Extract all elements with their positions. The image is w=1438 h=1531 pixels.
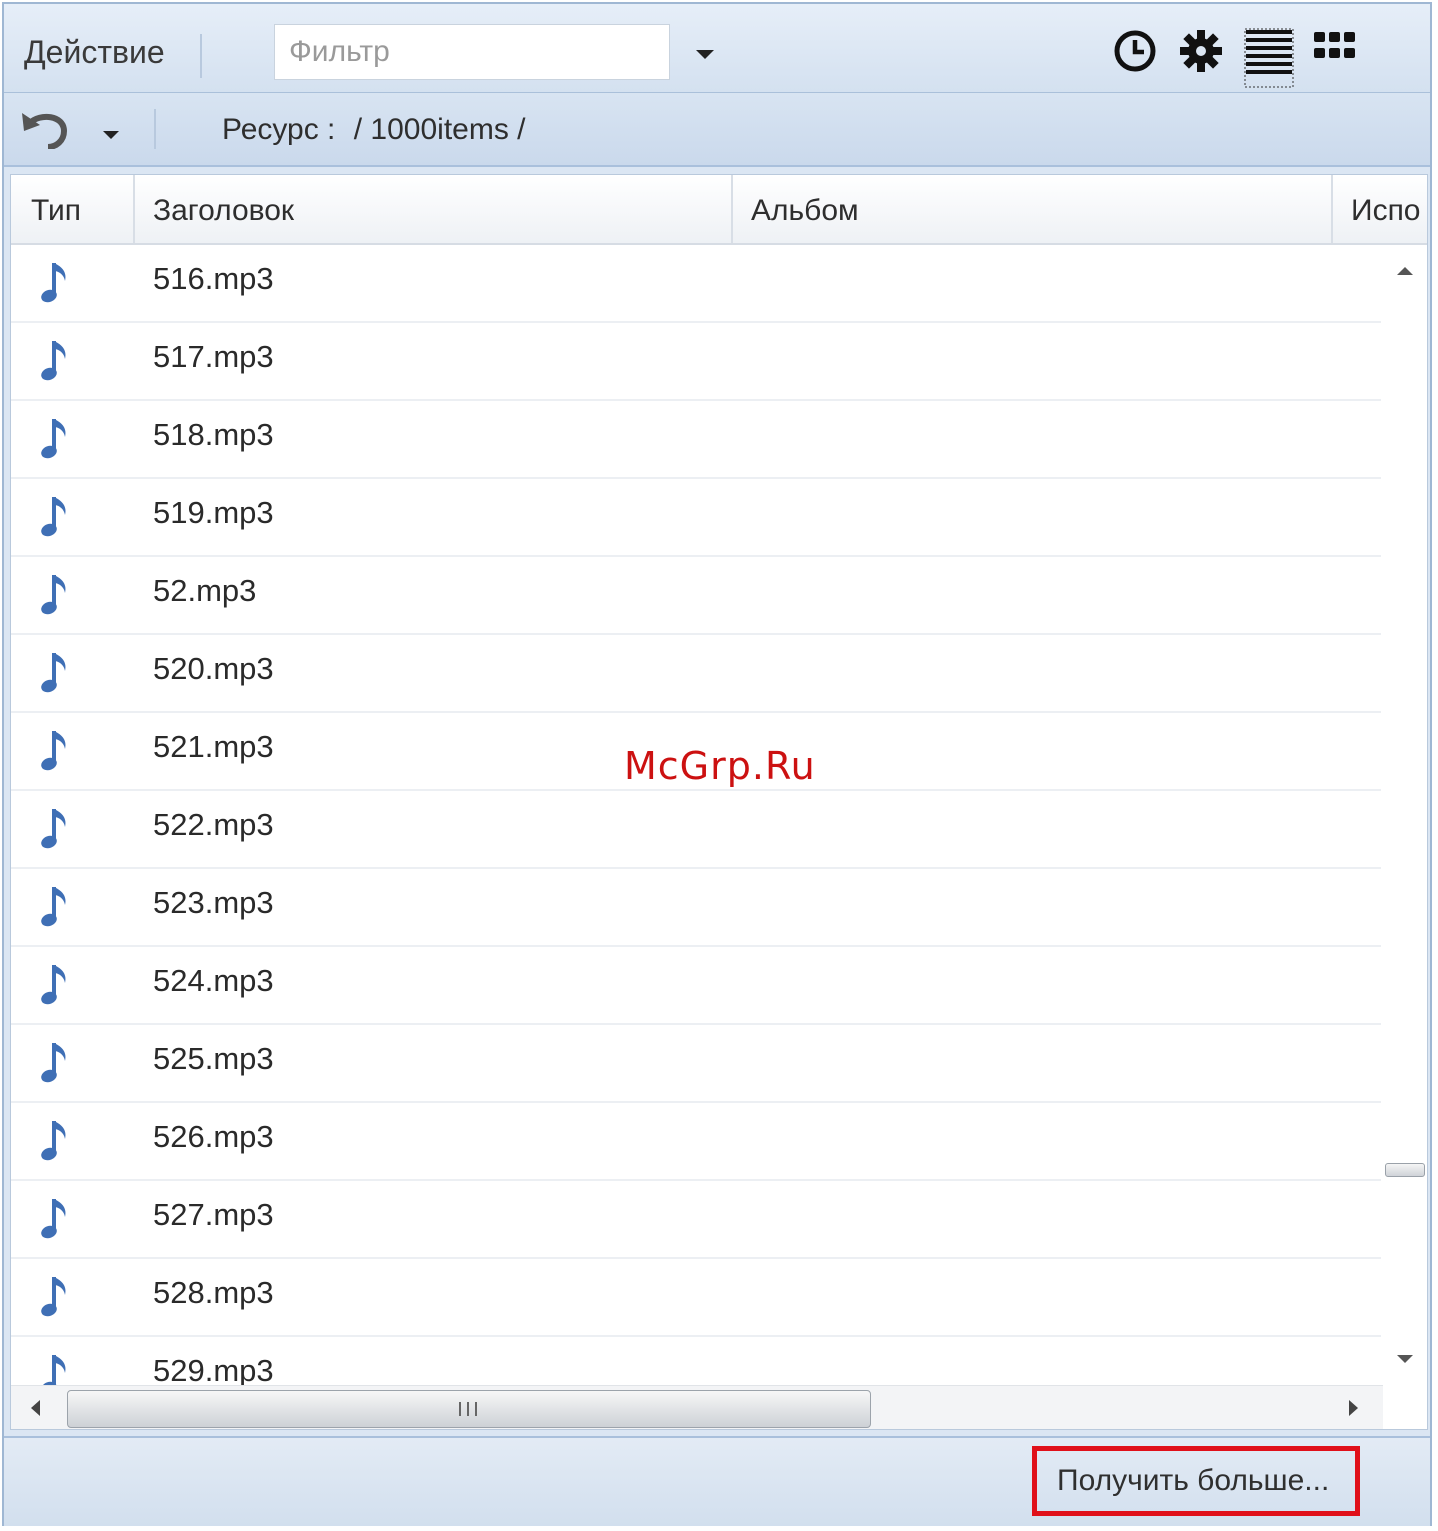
scroll-left-arrow-icon[interactable] <box>31 1400 40 1416</box>
file-title: 517.mp3 <box>153 339 274 374</box>
filter-input[interactable] <box>274 24 670 80</box>
undo-dropdown-arrow-icon[interactable] <box>103 131 119 139</box>
column-header-album[interactable]: Альбом <box>733 175 1333 243</box>
table-row[interactable]: 527.mp3 <box>11 1181 1381 1259</box>
file-title: 518.mp3 <box>153 417 274 452</box>
music-note-icon <box>41 1121 66 1161</box>
music-note-icon <box>41 809 66 849</box>
file-title: 516.mp3 <box>153 261 274 296</box>
clock-icon[interactable] <box>1112 28 1158 74</box>
file-title: 528.mp3 <box>153 1275 274 1310</box>
watermark: McGrp.Ru <box>624 744 816 788</box>
music-note-icon <box>41 731 66 771</box>
music-note-icon <box>41 263 66 303</box>
breadcrumb-label: Ресурс : <box>222 113 336 146</box>
file-title: 521.mp3 <box>153 729 274 764</box>
toolbar-separator <box>200 34 202 78</box>
toolbar-separator <box>154 109 156 149</box>
table-row[interactable]: 528.mp3 <box>11 1259 1381 1337</box>
horizontal-scroll-thumb[interactable] <box>67 1390 871 1428</box>
file-title: 525.mp3 <box>153 1041 274 1076</box>
column-header-title[interactable]: Заголовок <box>135 175 733 243</box>
table-row[interactable]: 525.mp3 <box>11 1025 1381 1103</box>
music-note-icon <box>41 1277 66 1317</box>
table-row[interactable]: 517.mp3 <box>11 323 1381 401</box>
file-title: 519.mp3 <box>153 495 274 530</box>
music-note-icon <box>41 653 66 693</box>
table-row[interactable]: 52.mp3 <box>11 557 1381 635</box>
grid-header: Тип Заголовок Альбом Испо <box>11 175 1427 245</box>
music-note-icon <box>41 497 66 537</box>
table-row[interactable]: 523.mp3 <box>11 869 1381 947</box>
file-title: 52.mp3 <box>153 573 257 608</box>
music-note-icon <box>41 341 66 381</box>
vertical-scrollbar[interactable] <box>1383 245 1427 1385</box>
navigation-toolbar: Ресурс : / 1000items / <box>4 93 1430 167</box>
scroll-down-arrow-icon[interactable] <box>1397 1355 1413 1363</box>
music-note-icon <box>41 887 66 927</box>
music-note-icon <box>41 1199 66 1239</box>
table-row[interactable]: 520.mp3 <box>11 635 1381 713</box>
main-toolbar: Действие <box>4 4 1430 93</box>
table-row[interactable]: 522.mp3 <box>11 791 1381 869</box>
grid-rows: 516.mp3 517.mp3 518.mp3 519.mp3 52.mp3 520.mp… <box>11 245 1381 1415</box>
gear-icon[interactable] <box>1178 28 1224 74</box>
vertical-scroll-thumb[interactable] <box>1385 1163 1425 1177</box>
undo-icon[interactable] <box>20 109 72 149</box>
music-note-icon <box>41 575 66 615</box>
file-title: 529.mp3 <box>153 1353 274 1388</box>
grid-view-icon[interactable] <box>1312 28 1358 74</box>
table-row[interactable]: 516.mp3 <box>11 245 1381 323</box>
table-row[interactable]: 524.mp3 <box>11 947 1381 1025</box>
music-note-icon <box>41 419 66 459</box>
scroll-grip-icon <box>459 1402 477 1416</box>
get-more-button[interactable]: Получить больше... <box>1032 1446 1360 1516</box>
music-note-icon <box>41 1043 66 1083</box>
table-row[interactable]: 518.mp3 <box>11 401 1381 479</box>
file-title: 523.mp3 <box>153 885 274 920</box>
breadcrumb-path[interactable]: / 1000items / <box>354 113 526 146</box>
column-header-type[interactable]: Тип <box>11 175 135 243</box>
filter-dropdown-arrow-icon[interactable] <box>696 50 714 59</box>
file-title: 526.mp3 <box>153 1119 274 1154</box>
grid-footer: Получить больше... <box>4 1436 1430 1526</box>
file-title: 522.mp3 <box>153 807 274 842</box>
horizontal-scrollbar[interactable] <box>11 1385 1383 1429</box>
music-note-icon <box>41 965 66 1005</box>
column-header-performer[interactable]: Испо <box>1333 175 1427 243</box>
action-menu-button[interactable]: Действие <box>24 34 165 71</box>
file-title: 527.mp3 <box>153 1197 274 1232</box>
list-view-icon[interactable] <box>1244 28 1294 88</box>
scroll-right-arrow-icon[interactable] <box>1349 1400 1358 1416</box>
table-row[interactable]: 519.mp3 <box>11 479 1381 557</box>
file-grid: Тип Заголовок Альбом Испо 516.mp3 517.mp3… <box>10 174 1428 1430</box>
scroll-up-arrow-icon[interactable] <box>1397 267 1413 275</box>
breadcrumb: Ресурс : / 1000items / <box>222 113 536 147</box>
file-title: 520.mp3 <box>153 651 274 686</box>
table-row[interactable]: 526.mp3 <box>11 1103 1381 1181</box>
file-title: 524.mp3 <box>153 963 274 998</box>
